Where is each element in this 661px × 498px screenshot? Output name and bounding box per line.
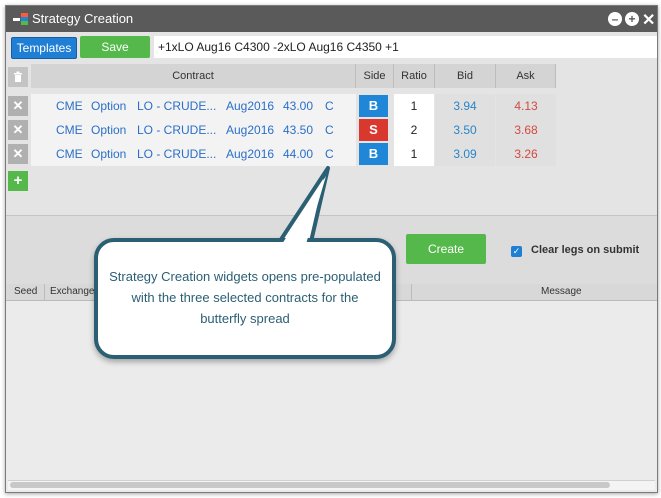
side-header[interactable]: Side [356,64,394,88]
product-cell: LO - CRUDE... [137,147,217,161]
callout-text: Strategy Creation widgets opens pre-popu… [109,269,381,326]
ask-cell: 3.68 [514,123,538,137]
expiry-cell: Aug2016 [226,147,275,161]
remove-leg-icon[interactable]: ✕ [8,120,28,140]
scrollbar-thumb[interactable] [10,482,610,488]
bid-cell: 3.50 [453,123,477,137]
bid-cell: 3.94 [453,99,477,113]
clear-legs-checkbox[interactable]: ✓ [511,246,522,257]
remove-leg-icon[interactable]: ✕ [8,144,28,164]
product-cell: LO - CRUDE... [137,123,217,137]
bid-header[interactable]: Bid [435,64,496,88]
strike-cell: 43.00 [283,99,314,113]
save-button[interactable]: Save [80,36,150,58]
bid-cell: 3.09 [453,147,477,161]
ratio-cell[interactable]: 1 [394,142,434,166]
maximize-icon[interactable]: + [625,12,639,26]
ask-cell: 3.26 [514,147,538,161]
contract-header[interactable]: Contract [31,64,356,88]
clear-legs-label: Clear legs on submit [531,244,640,256]
side-toggle-button[interactable]: B [359,95,388,117]
trash-icon[interactable] [8,67,28,87]
seed-header[interactable]: Seed [14,286,37,297]
create-button[interactable]: Create [406,234,486,264]
column-divider [44,284,45,300]
product-cell: LO - CRUDE... [137,99,217,113]
call-put-cell: C [325,147,334,161]
exchange-cell: CME [56,99,83,113]
ask-cell: 4.13 [514,99,538,113]
close-icon[interactable]: ✕ [642,10,655,30]
type-cell: Option [91,99,127,113]
side-toggle-button[interactable]: S [359,119,388,141]
exchange-header[interactable]: Exchange [50,286,94,297]
call-put-cell: C [325,99,334,113]
type-cell: Option [91,147,127,161]
legs-grid: Contract Side Ratio Bid Ask ✕ CME Option… [6,62,657,215]
ratio-cell[interactable]: 2 [394,118,434,142]
call-put-cell: C [325,123,334,137]
horizontal-scrollbar[interactable] [8,480,655,490]
strategy-name-field[interactable]: +1xLO Aug16 C4300 -2xLO Aug16 C4350 +1 [154,36,657,58]
ratio-header[interactable]: Ratio [394,64,435,88]
exchange-cell: CME [56,147,83,161]
column-divider [411,284,412,300]
strike-cell: 44.00 [283,147,314,161]
add-leg-button[interactable]: + [8,171,28,191]
ask-header[interactable]: Ask [496,64,556,88]
expiry-cell: Aug2016 [226,99,275,113]
ratio-cell[interactable]: 1 [394,94,434,118]
minimize-icon[interactable]: – [608,12,622,26]
toolbar: Templates Save +1xLO Aug16 C4300 -2xLO A… [6,32,657,62]
title-bar[interactable]: Strategy Creation – + ✕ [6,6,657,32]
message-header[interactable]: Message [541,286,582,297]
side-toggle-button[interactable]: B [359,143,388,165]
type-cell: Option [91,123,127,137]
exchange-cell: CME [56,123,83,137]
app-icon [13,13,28,25]
annotation-callout: Strategy Creation widgets opens pre-popu… [94,238,396,359]
expiry-cell: Aug2016 [226,123,275,137]
window-title: Strategy Creation [32,11,134,26]
strike-cell: 43.50 [283,123,314,137]
remove-leg-icon[interactable]: ✕ [8,96,28,116]
templates-button[interactable]: Templates [11,37,77,59]
